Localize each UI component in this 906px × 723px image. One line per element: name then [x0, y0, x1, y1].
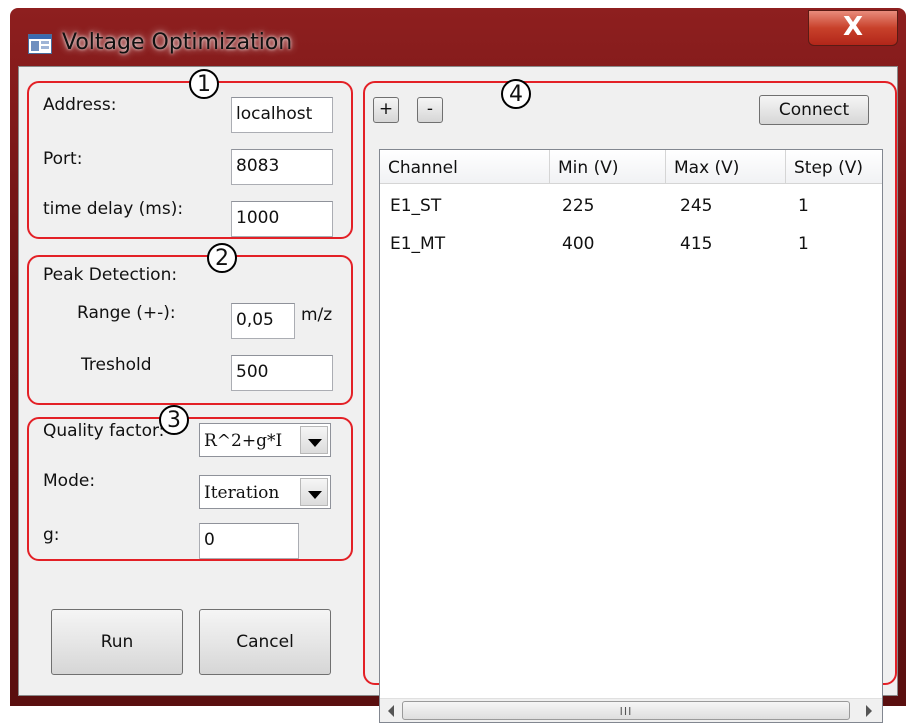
horizontal-scrollbar[interactable]: III [380, 698, 882, 722]
port-label: Port: [43, 149, 83, 169]
section-2-badge: 2 [207, 243, 237, 273]
cell-channel: E1_MT [390, 234, 446, 254]
quality-factor-value: R^2+g*I [204, 431, 283, 451]
scroll-thumb[interactable]: III [402, 701, 850, 720]
app-window: Voltage Optimization X 1 Address: localh… [10, 8, 906, 723]
chevron-down-icon[interactable] [300, 478, 328, 506]
client-area: 1 Address: localhost Port: 8083 time del… [18, 66, 898, 723]
address-label: Address: [43, 95, 117, 115]
mode-value: Iteration [204, 483, 280, 503]
quality-factor-select[interactable]: R^2+g*I [199, 423, 331, 457]
column-header-max[interactable]: Max (V) [666, 150, 786, 184]
time-delay-field[interactable]: 1000 [231, 201, 333, 237]
column-header-min[interactable]: Min (V) [550, 150, 666, 184]
remove-channel-button[interactable]: - [417, 97, 443, 123]
app-window-icon [28, 34, 52, 54]
range-field[interactable]: 0,05 [231, 303, 295, 339]
threshold-field[interactable]: 500 [231, 355, 333, 391]
channels-grid[interactable]: Channel Min (V) Max (V) Step (V) E1_ST 2… [379, 149, 883, 723]
g-label: g: [43, 525, 60, 545]
close-button[interactable]: X [808, 10, 898, 46]
add-channel-button[interactable]: + [373, 97, 399, 123]
window-title: Voltage Optimization [62, 30, 293, 55]
port-field[interactable]: 8083 [231, 149, 333, 185]
cell-min: 400 [562, 234, 595, 254]
cell-step: 1 [798, 196, 809, 216]
section-4-badge: 4 [501, 79, 531, 109]
scroll-grip-icon: III [619, 705, 633, 718]
threshold-label: Treshold [81, 355, 152, 375]
range-label: Range (+-): [77, 303, 176, 323]
column-header-step[interactable]: Step (V) [786, 150, 882, 184]
cell-min: 225 [562, 196, 595, 216]
cell-step: 1 [798, 234, 809, 254]
time-delay-label: time delay (ms): [43, 199, 184, 219]
mode-select[interactable]: Iteration [199, 475, 331, 509]
title-bar[interactable]: Voltage Optimization X [10, 8, 906, 66]
cell-channel: E1_ST [390, 196, 442, 216]
address-field[interactable]: localhost [231, 97, 333, 133]
range-unit-label: m/z [301, 305, 333, 325]
quality-factor-label: Quality factor: [43, 421, 165, 441]
cancel-button[interactable]: Cancel [199, 609, 331, 675]
scroll-right-icon[interactable] [866, 705, 872, 717]
scroll-left-icon[interactable] [388, 705, 394, 717]
chevron-down-icon[interactable] [300, 426, 328, 454]
connect-button[interactable]: Connect [759, 95, 869, 125]
mode-label: Mode: [43, 471, 96, 491]
section-1-badge: 1 [189, 69, 219, 99]
run-button[interactable]: Run [51, 609, 183, 675]
cell-max: 245 [680, 196, 713, 216]
g-field[interactable]: 0 [199, 523, 299, 559]
column-header-channel[interactable]: Channel [380, 150, 550, 184]
close-icon: X [842, 12, 864, 42]
peak-detection-heading: Peak Detection: [43, 265, 178, 285]
cell-max: 415 [680, 234, 713, 254]
